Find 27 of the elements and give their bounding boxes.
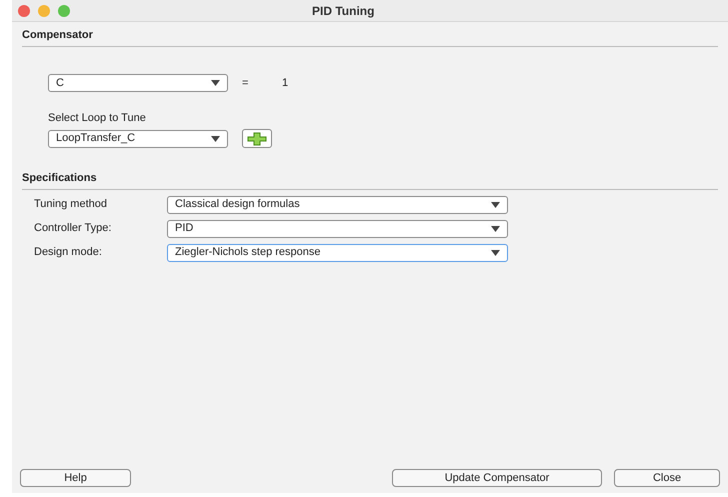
- help-button[interactable]: Help: [20, 469, 131, 487]
- caret-icon: [491, 226, 500, 232]
- plus-icon: [247, 132, 267, 146]
- window-title: PID Tuning: [312, 2, 374, 20]
- caret-icon: [491, 250, 500, 256]
- compensator-value: 1: [282, 76, 288, 91]
- minimize-icon[interactable]: [38, 4, 50, 16]
- equals-sign: =: [242, 76, 250, 91]
- field-label: Tuning method: [34, 197, 108, 212]
- section-heading: Specifications: [22, 170, 718, 190]
- field-label: Design mode:: [34, 245, 103, 260]
- update-compensator-button[interactable]: Update Compensator: [392, 469, 602, 487]
- dropdown[interactable]: C: [48, 74, 228, 92]
- dropdown[interactable]: LoopTransfer_C: [48, 130, 228, 148]
- section-heading: Compensator: [22, 27, 718, 46]
- caret-icon: [491, 202, 500, 208]
- field-label: Select Loop to Tune: [47, 110, 147, 126]
- dropdown[interactable]: PID: [167, 220, 508, 238]
- zoom-icon[interactable]: [58, 4, 70, 16]
- close-button[interactable]: Close: [614, 469, 720, 487]
- add-button[interactable]: [242, 129, 272, 148]
- close-window-icon[interactable]: [18, 4, 30, 16]
- caret-icon: [211, 136, 220, 142]
- field-label: Controller Type:: [34, 221, 112, 236]
- dropdown[interactable]: Classical design formulas: [167, 196, 508, 214]
- dropdown[interactable]: Ziegler-Nichols step response: [167, 244, 508, 262]
- caret-icon: [211, 80, 220, 86]
